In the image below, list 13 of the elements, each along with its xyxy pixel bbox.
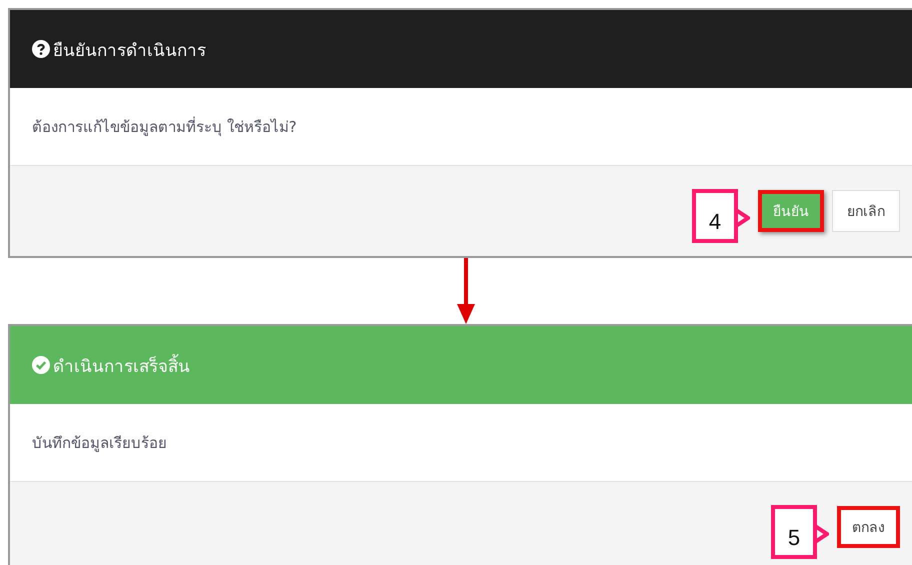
down-arrow-icon [456, 258, 476, 324]
callout-pointer-icon [815, 524, 829, 544]
step-callout: 5 [771, 505, 817, 559]
check-circle-icon [32, 356, 50, 374]
callout-pointer-icon [736, 208, 750, 228]
dialog-button[interactable]: ยกเลิก [832, 190, 900, 232]
dialog-title: ยืนยันการดำเนินการ [53, 40, 206, 62]
dialog-message: บันทึกข้อมูลเรียบร้อย [32, 432, 167, 454]
dialog-title: ดำเนินการเสร็จสิ้น [53, 352, 190, 378]
dialog-button[interactable]: ตกลง [837, 506, 900, 548]
question-icon [32, 40, 50, 58]
step-callout: 4 [692, 189, 738, 243]
dialog-message: ต้องการแก้ไขข้อมูลตามที่ระบุ ใช่หรือไม่? [32, 116, 297, 138]
